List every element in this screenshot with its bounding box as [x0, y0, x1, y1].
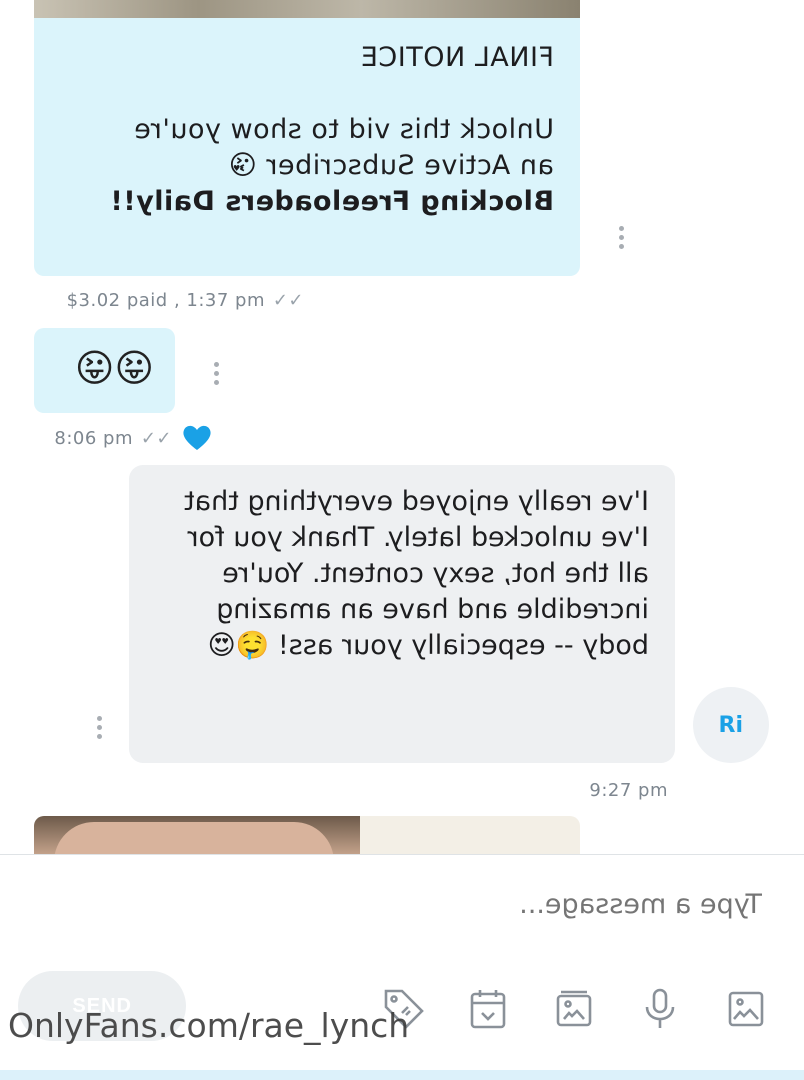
more-options-icon[interactable] [213, 362, 219, 389]
avatar[interactable]: Ri [693, 687, 769, 763]
message-line: Unlock this vid to show you're [133, 114, 554, 145]
message-meta: ✓✓ 8:06 pm [54, 428, 172, 449]
message-bold-line: Blocking Freeloaders Daily!! [109, 186, 554, 217]
gallery-icon[interactable] [552, 985, 596, 1033]
more-options-icon[interactable] [96, 716, 102, 743]
more-options-icon[interactable] [618, 226, 624, 253]
message-meta: 9:27 pm [589, 780, 668, 801]
watermark: OnlyFans.com/rae_lynch [8, 1006, 410, 1045]
message-text: I've really enjoyed everything that I've… [184, 486, 649, 661]
read-receipt-icon: ✓✓ [272, 290, 304, 311]
message-input[interactable] [200, 880, 764, 928]
chat-screen: FINAL NOTICE Unlock this vid to show you… [0, 0, 804, 1080]
image-icon[interactable] [724, 985, 768, 1033]
locked-video-thumbnail[interactable] [34, 0, 580, 18]
avatar-initials: Ri [718, 712, 744, 738]
message-time: 9:27 pm [589, 780, 668, 801]
emoji-text: 😜😜 [74, 346, 154, 390]
calendar-icon[interactable] [466, 985, 510, 1033]
media-thumbnail[interactable] [34, 816, 580, 856]
liked-heart-icon[interactable] [181, 422, 213, 452]
message-meta: ✓✓ $3.02 paid , 1:37 pm [66, 290, 304, 311]
message-text: FINAL NOTICE Unlock this vid to show you… [54, 40, 554, 220]
divider [0, 854, 804, 855]
message-line-blank [54, 76, 554, 112]
read-receipt-icon: ✓✓ [140, 428, 172, 449]
message-time: 8:06 pm [54, 428, 133, 449]
microphone-icon[interactable] [638, 985, 682, 1033]
bottom-bar [0, 1070, 804, 1080]
message-time: $3.02 paid , 1:37 pm [66, 290, 265, 311]
message-line: FINAL NOTICE [360, 42, 554, 73]
message-line: an Active Subscriber 😘 [228, 150, 554, 181]
